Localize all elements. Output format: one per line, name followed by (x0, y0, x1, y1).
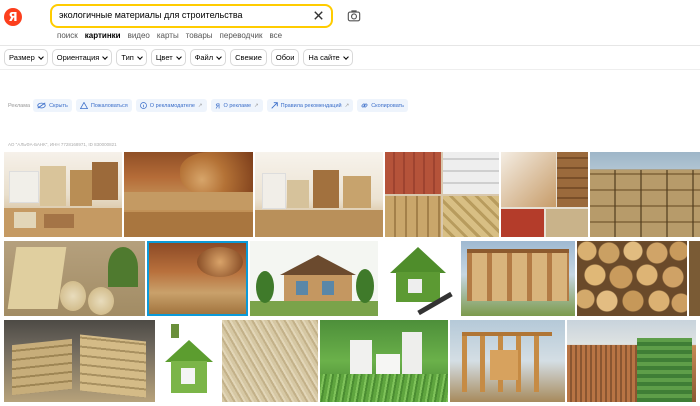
tab-images[interactable]: картинки (85, 31, 121, 40)
chevron-down-icon (102, 53, 109, 60)
tab-maps[interactable]: карты (157, 31, 179, 40)
close-icon[interactable] (312, 9, 325, 22)
camera-search-icon[interactable] (347, 9, 361, 23)
image-result[interactable] (4, 152, 122, 237)
image-result[interactable] (250, 241, 378, 316)
tab-products[interactable]: товары (186, 31, 213, 40)
image-result[interactable] (689, 241, 700, 316)
image-result[interactable] (450, 320, 565, 402)
chevron-down-icon (137, 53, 143, 60)
filter-bar: Размер Ориентация Тип Цвет Файл Свежие О… (4, 49, 357, 66)
yandex-icon: Я (215, 102, 220, 109)
yandex-logo[interactable]: Я (4, 8, 22, 26)
ad-about-button[interactable]: Я О рекламе ↗ (210, 99, 263, 112)
ad-label: Реклама (8, 102, 31, 109)
ad-advertiser-button[interactable]: О рекламодателе ↗ (135, 99, 207, 112)
tab-translator[interactable]: переводчик (220, 31, 263, 40)
image-result[interactable] (147, 241, 248, 316)
image-result[interactable] (380, 241, 459, 316)
filter-file[interactable]: Файл (189, 49, 227, 66)
image-result[interactable] (4, 241, 145, 316)
chevron-down-icon (37, 53, 44, 60)
tab-video[interactable]: видео (128, 31, 150, 40)
image-result[interactable] (590, 152, 700, 237)
search-query-text[interactable]: экологичные материалы для строительства (59, 10, 243, 20)
external-link-icon: ↗ (254, 102, 259, 109)
svg-text:Я: Я (215, 102, 220, 109)
ad-rules-button[interactable]: Правила рекомендаций ↗ (266, 99, 354, 112)
ad-complain-button[interactable]: Пожаловаться (75, 99, 132, 112)
tab-all[interactable]: все (269, 31, 282, 40)
image-result[interactable] (577, 241, 687, 316)
image-result[interactable] (222, 320, 318, 402)
ad-legal-text: АО "АЛЬФА-БАНК", ИНН 7728168971, ID 8300… (8, 142, 117, 147)
chevron-down-icon (342, 53, 349, 60)
header-divider (0, 45, 700, 46)
image-result[interactable] (567, 320, 696, 402)
image-result[interactable] (501, 152, 588, 237)
filter-on-site[interactable]: На сайте (303, 49, 353, 66)
search-input[interactable]: экологичные материалы для строительства (50, 4, 333, 28)
filter-type[interactable]: Тип (116, 49, 147, 66)
image-result[interactable] (461, 241, 575, 316)
image-result[interactable] (255, 152, 383, 237)
chevron-down-icon (216, 53, 222, 60)
image-result[interactable] (320, 320, 448, 402)
warning-icon (79, 102, 88, 109)
chevron-down-icon (175, 53, 182, 60)
filter-fresh[interactable]: Свежие (230, 49, 267, 66)
filter-color[interactable]: Цвет (150, 49, 186, 66)
ad-hide-button[interactable]: Скрыть (33, 99, 72, 112)
tab-search[interactable]: поиск (57, 31, 78, 40)
filter-size[interactable]: Размер (4, 49, 48, 66)
search-tabs: поиск картинки видео карты товары перево… (57, 31, 289, 40)
image-result[interactable] (157, 320, 220, 402)
ad-copy-button[interactable]: Скопировать (357, 99, 409, 112)
image-result[interactable] (124, 152, 253, 237)
image-result[interactable] (4, 320, 155, 402)
filter-orientation[interactable]: Ориентация (51, 49, 113, 66)
filter-wallpapers[interactable]: Обои (270, 49, 300, 66)
ad-toolbar: Реклама Скрыть Пожаловаться О рекламодат… (8, 99, 412, 112)
image-result[interactable] (385, 152, 499, 237)
external-link-icon: ↗ (344, 102, 350, 109)
eye-crossed-icon (37, 102, 46, 109)
link-icon (361, 103, 368, 108)
info-icon (139, 102, 147, 109)
filter-divider (0, 69, 700, 70)
arrow-icon (271, 102, 278, 109)
external-link-icon: ↗ (197, 102, 203, 109)
